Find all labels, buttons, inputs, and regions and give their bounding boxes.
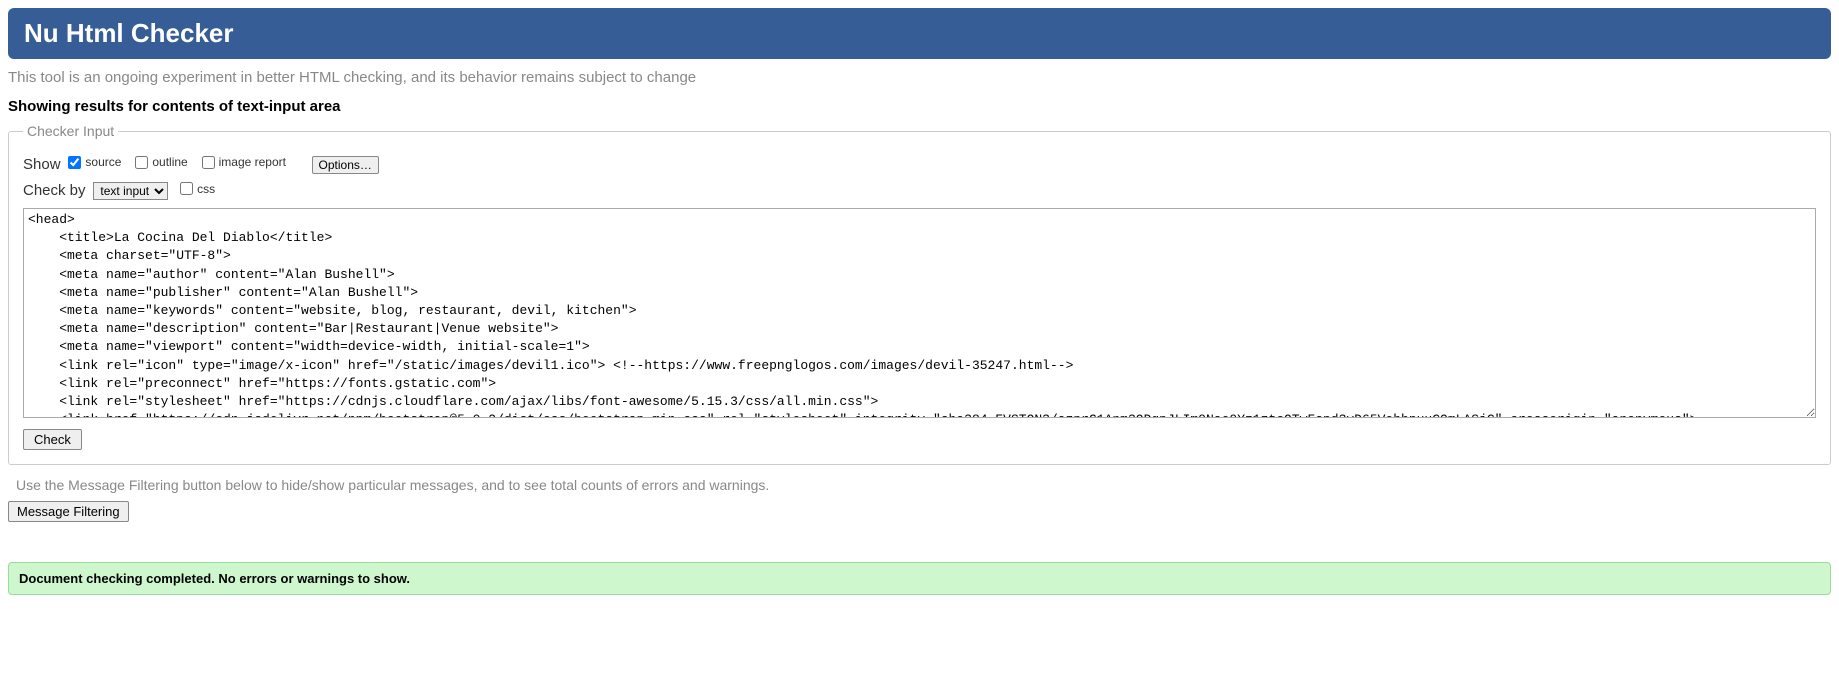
check-by-label: Check by [23,182,86,199]
image-report-label: image report [219,155,286,169]
outline-checkbox[interactable] [135,156,148,169]
success-message: Document checking completed. No errors o… [8,562,1831,595]
subtitle-text: This tool is an ongoing experiment in be… [8,69,1831,86]
page-title: Nu Html Checker [24,18,1815,49]
filter-note: Use the Message Filtering button below t… [16,477,1831,493]
checker-legend: Checker Input [23,123,118,139]
image-report-checkbox[interactable] [202,156,215,169]
check-by-select[interactable]: text input [93,182,168,200]
check-by-row: Check by text input css [23,182,1816,201]
options-button[interactable]: Options… [312,156,379,174]
css-checkbox[interactable] [180,182,193,195]
outline-label: outline [152,155,187,169]
show-row: Show source outline image report Options… [23,155,1816,174]
html-source-textarea[interactable] [23,208,1816,418]
show-label: Show [23,156,61,173]
checker-input-fieldset: Checker Input Show source outline image … [8,123,1831,465]
results-heading: Showing results for contents of text-inp… [8,98,1831,115]
check-button[interactable]: Check [23,429,82,450]
source-checkbox[interactable] [68,156,81,169]
source-label: source [85,155,121,169]
header-banner: Nu Html Checker [8,8,1831,59]
message-filtering-button[interactable]: Message Filtering [8,501,129,522]
css-label: css [197,182,215,196]
